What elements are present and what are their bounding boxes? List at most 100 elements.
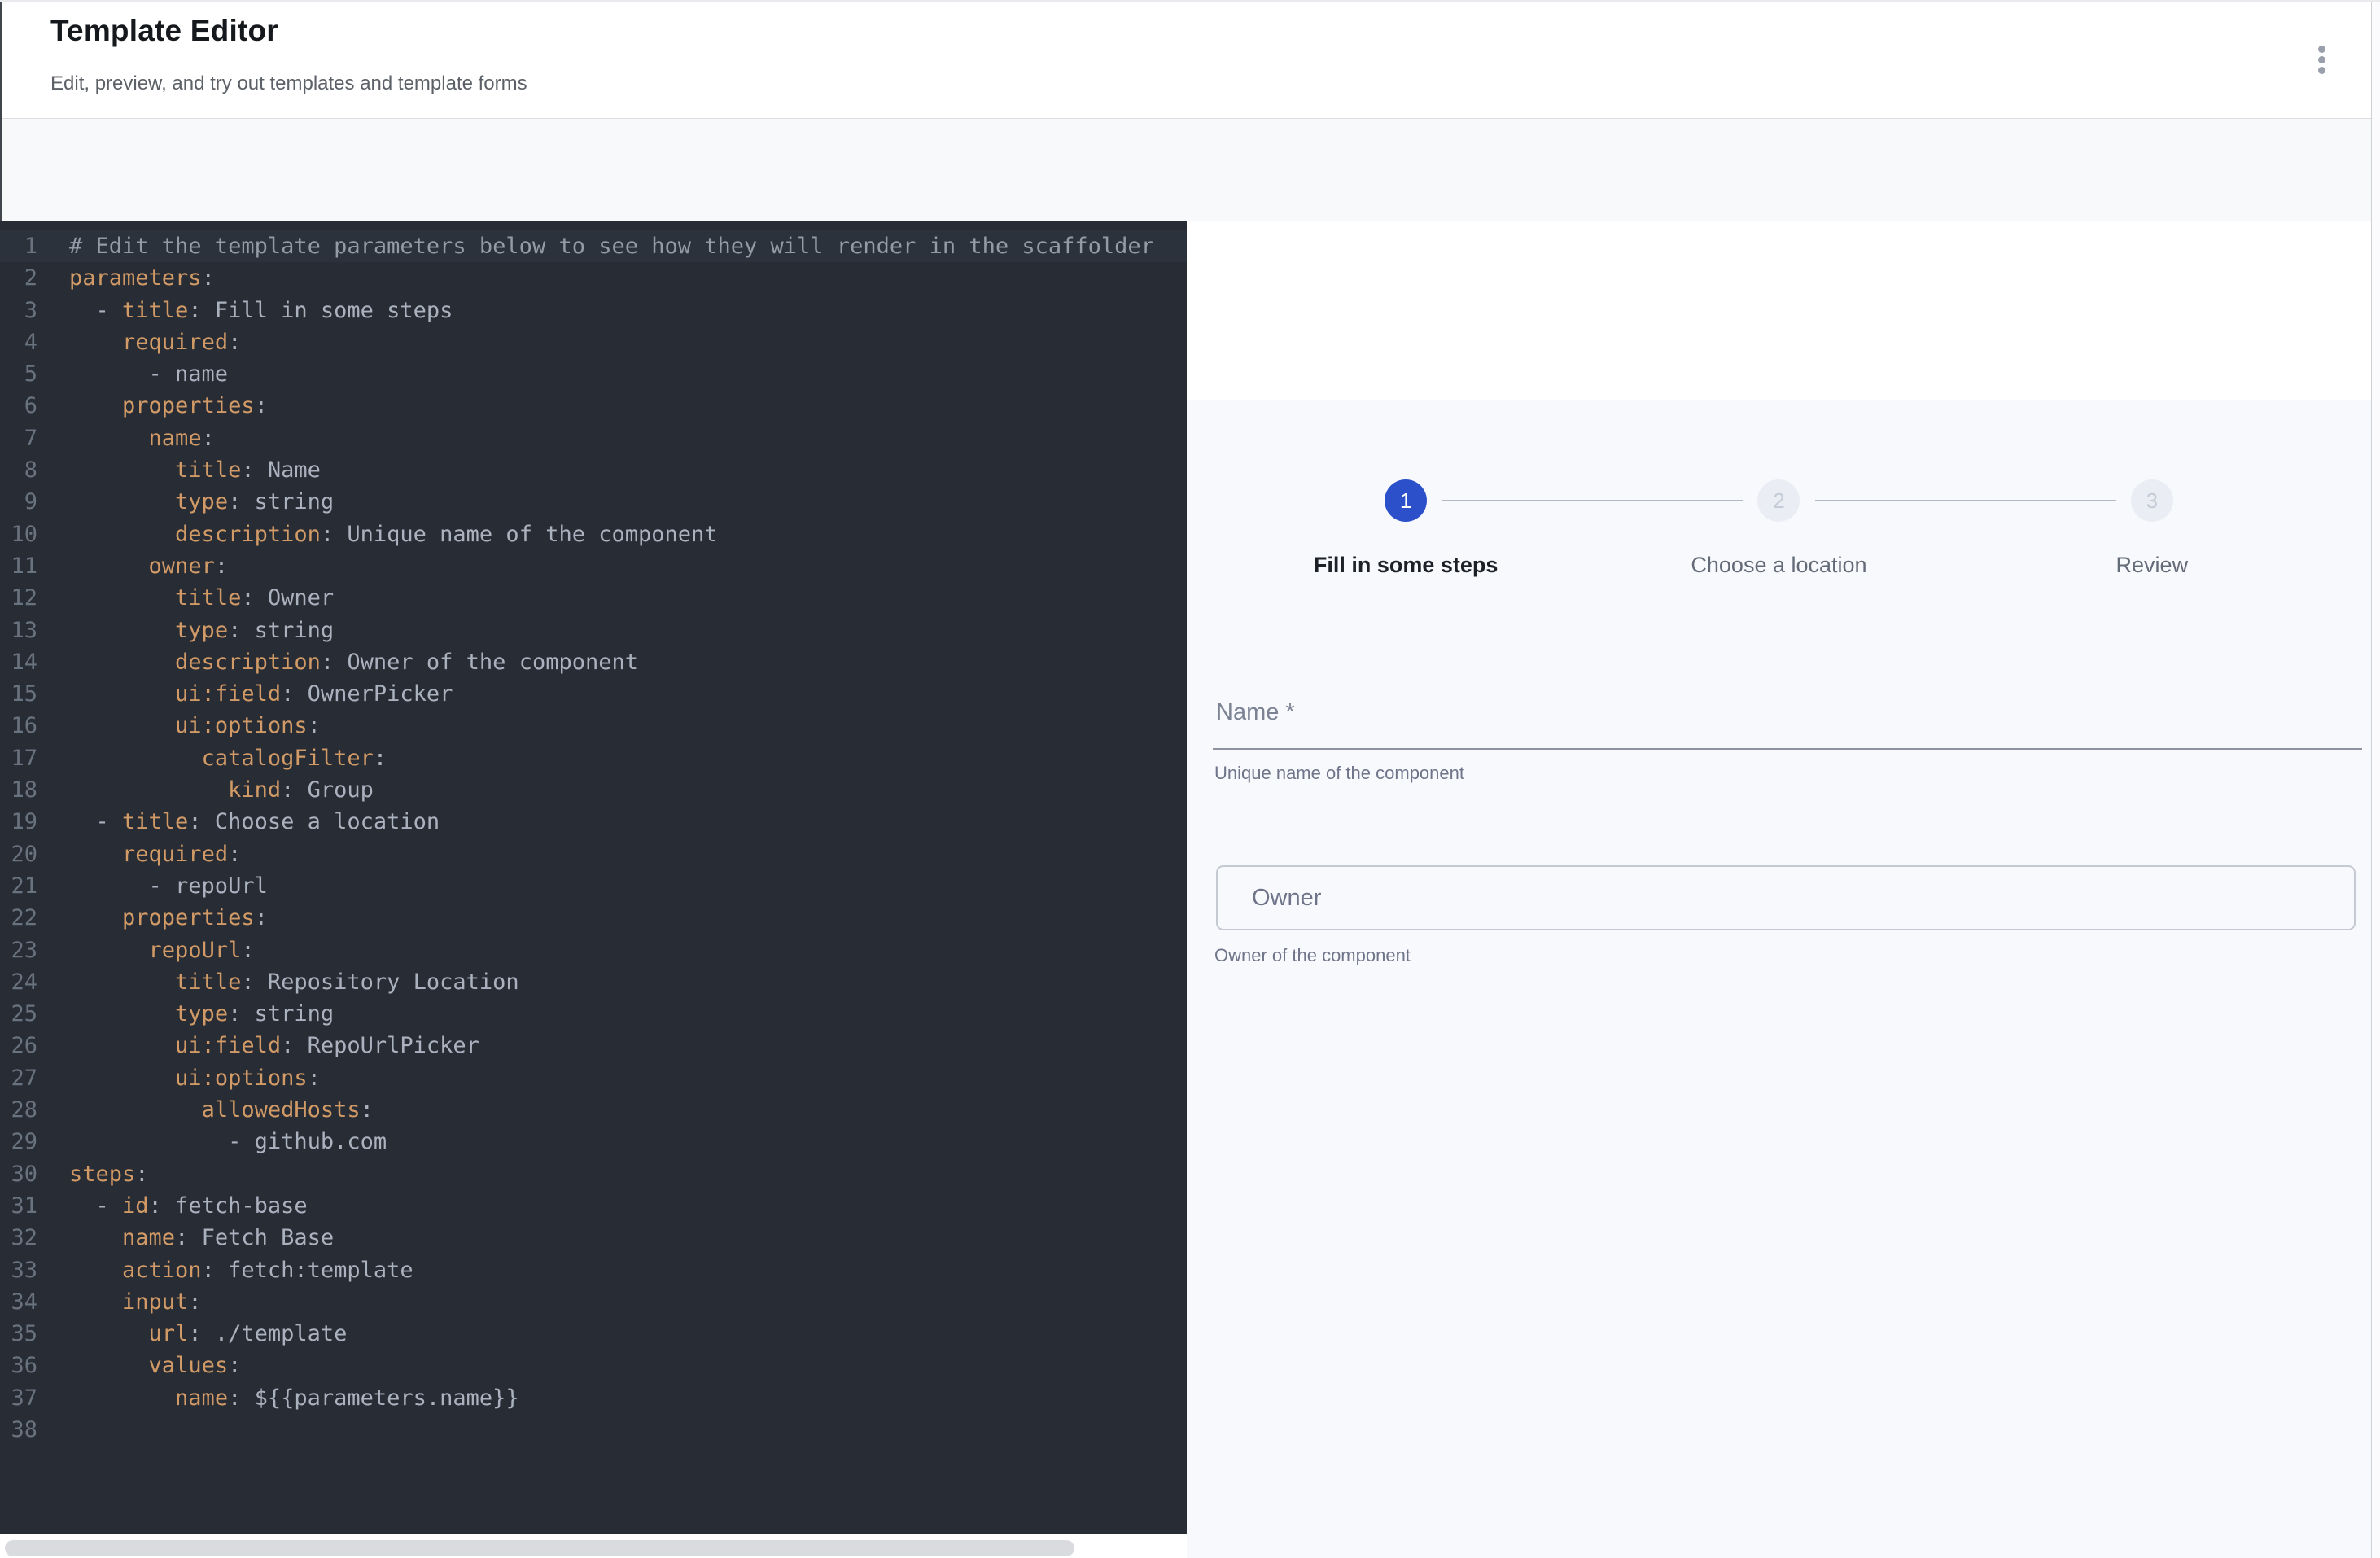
code-line[interactable]: 12 title: Owner: [0, 582, 1187, 614]
code-text: required:: [37, 842, 241, 867]
code-lines: 1# Edit the template parameters below to…: [0, 230, 1187, 1446]
yaml-code-editor[interactable]: 1# Edit the template parameters below to…: [0, 221, 1187, 1534]
step-connector: [1815, 500, 2116, 501]
code-text: description: Unique name of the componen…: [37, 522, 718, 547]
code-line[interactable]: 14 description: Owner of the component: [0, 646, 1187, 678]
code-text: kind: Group: [37, 777, 374, 803]
code-line[interactable]: 26 ui:field: RepoUrlPicker: [0, 1030, 1187, 1061]
code-text: properties:: [37, 905, 268, 930]
code-line[interactable]: 1# Edit the template parameters below to…: [0, 230, 1187, 262]
stepper: 1Fill in some steps2Choose a location3Re…: [1187, 479, 2371, 578]
step-label: Fill in some steps: [1314, 553, 1498, 578]
code-line[interactable]: 4 required:: [0, 326, 1187, 358]
step-circle: 2: [1757, 479, 1800, 522]
owner-field[interactable]: Owner: [1216, 865, 2356, 930]
code-line[interactable]: 8 title: Name: [0, 454, 1187, 486]
code-line[interactable]: 25 type: string: [0, 998, 1187, 1030]
stepper-step-1: 1Fill in some steps: [1219, 479, 1592, 578]
line-number: 18: [0, 774, 37, 806]
code-line[interactable]: 29 - github.com: [0, 1126, 1187, 1158]
line-number: 10: [0, 519, 37, 550]
code-line[interactable]: 3 - title: Fill in some steps: [0, 295, 1187, 326]
code-text: - name: [37, 361, 228, 387]
line-number: 6: [0, 390, 37, 422]
code-line[interactable]: 18 kind: Group: [0, 774, 1187, 806]
code-line[interactable]: 7 name:: [0, 422, 1187, 454]
line-number: 30: [0, 1158, 37, 1190]
line-number: 13: [0, 615, 37, 646]
code-line[interactable]: 19 - title: Choose a location: [0, 806, 1187, 838]
code-text: properties:: [37, 393, 268, 418]
code-line[interactable]: 9 type: string: [0, 486, 1187, 518]
line-number: 3: [0, 295, 37, 326]
code-line[interactable]: 23 repoUrl:: [0, 934, 1187, 966]
code-text: name:: [37, 426, 215, 451]
code-line[interactable]: 24 title: Repository Location: [0, 966, 1187, 998]
line-number: 5: [0, 358, 37, 390]
line-number: 33: [0, 1254, 37, 1286]
code-line[interactable]: 32 name: Fetch Base: [0, 1222, 1187, 1254]
code-line[interactable]: 34 input:: [0, 1286, 1187, 1318]
line-number: 31: [0, 1190, 37, 1222]
line-number: 37: [0, 1382, 37, 1414]
code-text: owner:: [37, 554, 228, 579]
code-text: - id: fetch-base: [37, 1193, 308, 1219]
code-line[interactable]: 28 allowedHosts:: [0, 1094, 1187, 1126]
page-subtitle: Edit, preview, and try out templates and…: [50, 72, 527, 95]
line-number: 7: [0, 422, 37, 454]
code-line[interactable]: 31 - id: fetch-base: [0, 1190, 1187, 1222]
code-line[interactable]: 37 name: ${{parameters.name}}: [0, 1382, 1187, 1414]
more-vert-icon: [2318, 56, 2325, 63]
line-number: 21: [0, 870, 37, 902]
code-line[interactable]: 2parameters:: [0, 262, 1187, 294]
line-number: 8: [0, 454, 37, 486]
code-text: repoUrl:: [37, 938, 255, 963]
code-text: type: string: [37, 618, 334, 643]
step-label: Review: [2116, 553, 2189, 578]
code-text: - github.com: [37, 1129, 387, 1154]
code-text: allowedHosts:: [37, 1097, 374, 1123]
code-line[interactable]: 10 description: Unique name of the compo…: [0, 519, 1187, 550]
code-line[interactable]: 30steps:: [0, 1158, 1187, 1190]
header: Template Editor Edit, preview, and try o…: [0, 2, 2371, 119]
code-line[interactable]: 20 required:: [0, 838, 1187, 870]
horizontal-scrollbar-track[interactable]: [0, 1534, 1187, 1558]
code-text: url: ./template: [37, 1321, 347, 1346]
code-text: values:: [37, 1353, 241, 1378]
step-label: Choose a location: [1691, 553, 1866, 578]
code-text: ui:options:: [37, 713, 321, 738]
code-text: input:: [37, 1289, 202, 1315]
code-text: steps:: [37, 1162, 149, 1187]
code-line[interactable]: 22 properties:: [0, 902, 1187, 934]
code-line[interactable]: 15 ui:field: OwnerPicker: [0, 678, 1187, 710]
line-number: 32: [0, 1222, 37, 1254]
line-number: 16: [0, 710, 37, 742]
code-text: ui:options:: [37, 1066, 321, 1091]
line-number: 26: [0, 1030, 37, 1061]
code-line[interactable]: 13 type: string: [0, 615, 1187, 646]
line-number: 27: [0, 1062, 37, 1094]
code-line[interactable]: 6 properties:: [0, 390, 1187, 422]
code-line[interactable]: 11 owner:: [0, 550, 1187, 582]
code-line[interactable]: 33 action: fetch:template: [0, 1254, 1187, 1286]
code-line[interactable]: 16 ui:options:: [0, 710, 1187, 742]
code-text: catalogFilter:: [37, 746, 387, 771]
more-options-button[interactable]: [2299, 33, 2344, 85]
stepper-step-2: 2 Choose a location: [1592, 479, 1965, 578]
code-line[interactable]: 21 - repoUrl: [0, 870, 1187, 902]
horizontal-scrollbar-thumb[interactable]: [5, 1540, 1074, 1556]
name-input[interactable]: [1213, 685, 2362, 746]
window-scrollbar-strip[interactable]: [2371, 2, 2380, 1558]
code-line[interactable]: 38: [0, 1414, 1187, 1446]
code-line[interactable]: 27 ui:options:: [0, 1062, 1187, 1094]
line-number: 25: [0, 998, 37, 1030]
code-line[interactable]: 35 url: ./template: [0, 1318, 1187, 1350]
line-number: 9: [0, 486, 37, 518]
owner-input[interactable]: [1252, 873, 2310, 922]
code-line[interactable]: 5 - name: [0, 358, 1187, 390]
code-line[interactable]: 17 catalogFilter:: [0, 742, 1187, 774]
line-number: 12: [0, 582, 37, 614]
code-line[interactable]: 36 values:: [0, 1350, 1187, 1381]
page-title: Template Editor: [50, 14, 278, 48]
code-text: name: ${{parameters.name}}: [37, 1385, 519, 1411]
